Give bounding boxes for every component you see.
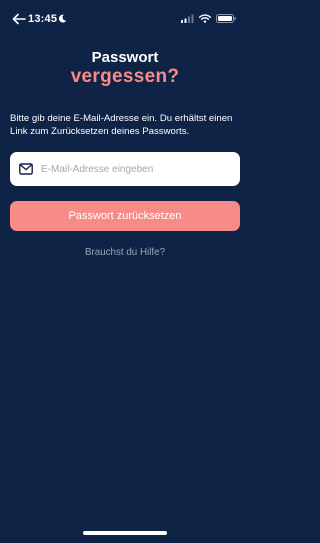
reset-password-button[interactable]: Passwort zurücksetzen: [10, 201, 240, 231]
title-line-1: Passwort: [91, 49, 159, 66]
wifi-icon: [199, 14, 211, 23]
title-line-2: vergessen?: [70, 66, 180, 87]
signal-icon: [181, 14, 194, 23]
mail-icon: [19, 163, 33, 175]
status-bar: 13:45: [0, 0, 250, 36]
status-time: 13:45: [28, 13, 58, 25]
instruction-text: Bitte gib deine E-Mail-Adresse ein. Du e…: [10, 113, 233, 137]
home-indicator: [83, 531, 167, 535]
moon-icon: [58, 14, 67, 23]
page-title: Passwort vergessen?: [0, 49, 250, 88]
help-link[interactable]: Brauchst du Hilfe?: [0, 247, 250, 258]
email-input[interactable]: [41, 163, 221, 175]
battery-icon: [216, 14, 236, 23]
status-icons: [181, 14, 236, 23]
email-field[interactable]: [10, 152, 240, 186]
back-arrow-icon[interactable]: [12, 12, 26, 26]
